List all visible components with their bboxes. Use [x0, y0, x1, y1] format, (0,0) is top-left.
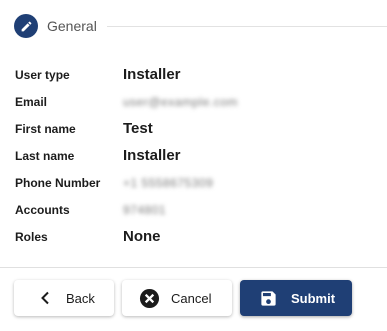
field-row-roles: Roles None [15, 223, 238, 250]
save-icon [258, 289, 278, 308]
field-label: Accounts [15, 202, 70, 217]
field-value: Test [123, 120, 153, 137]
section-divider [106, 25, 387, 27]
field-label: First name [15, 121, 76, 136]
chevron-left-icon [38, 291, 52, 305]
field-label: Phone Number [15, 175, 101, 190]
field-row-accounts: Accounts 974801 [15, 196, 238, 223]
section-title: General [47, 18, 97, 34]
submit-button[interactable]: Submit [240, 280, 352, 316]
field-label: Last name [15, 148, 75, 163]
field-label: User type [15, 67, 70, 82]
footer-divider [0, 267, 387, 268]
pencil-icon [14, 14, 38, 38]
field-label: Email [15, 94, 48, 109]
field-label: Roles [15, 229, 48, 244]
field-value-redacted: 974801 [123, 202, 167, 217]
field-value: Installer [123, 66, 181, 83]
cancel-button[interactable]: Cancel [122, 280, 232, 316]
field-row-phone: Phone Number +1 5558675309 [15, 169, 238, 196]
submit-button-label: Submit [291, 290, 336, 306]
field-value-redacted: +1 5558675309 [123, 175, 214, 190]
details-list: User type Installer Email user@example.c… [15, 61, 238, 250]
field-row-email: Email user@example.com [15, 88, 238, 115]
field-row-user-type: User type Installer [15, 61, 238, 88]
field-value: Installer [123, 147, 181, 164]
field-row-last-name: Last name Installer [15, 142, 238, 169]
field-row-first-name: First name Test [15, 115, 238, 142]
back-button-label: Back [66, 290, 95, 306]
section-header: General [14, 13, 387, 39]
field-value-redacted: user@example.com [123, 94, 238, 109]
cancel-button-label: Cancel [171, 290, 212, 306]
cancel-icon [138, 288, 160, 309]
field-value: None [123, 228, 161, 245]
back-button[interactable]: Back [14, 280, 114, 316]
